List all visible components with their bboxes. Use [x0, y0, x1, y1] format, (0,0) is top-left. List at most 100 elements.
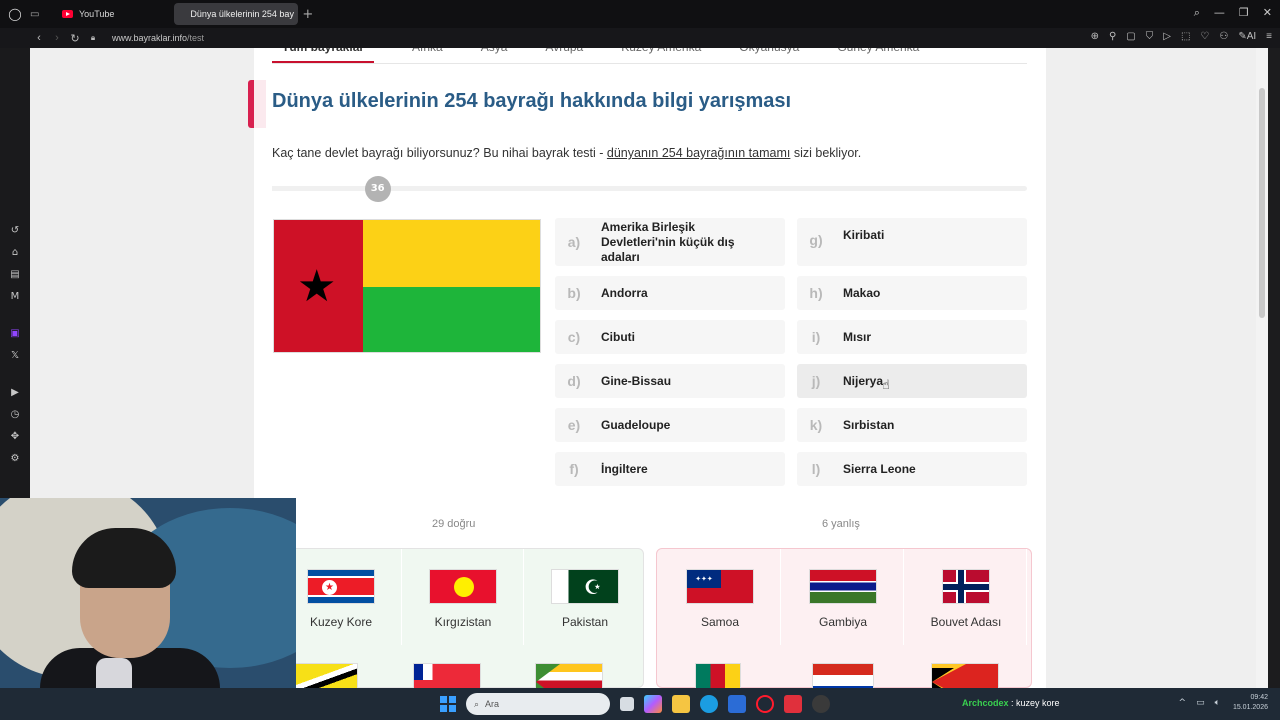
answer-card[interactable]: ★ Kuzey Kore [280, 549, 402, 645]
tab-europe[interactable]: Avrupa [545, 48, 583, 63]
answer-label: Kuzey Kore [309, 615, 373, 629]
option-e[interactable]: e) Guadeloupe [555, 408, 785, 442]
flag-green-band [363, 287, 540, 352]
menu-icon[interactable]: ≡ [1266, 31, 1272, 42]
option-label: Sierra Leone [843, 461, 916, 476]
all-flags-link[interactable]: dünyanın 254 bayrağının tamamı [607, 146, 790, 160]
option-c[interactable]: c) Cibuti [555, 320, 785, 354]
option-g[interactable]: g) Kiribati [797, 218, 1027, 266]
back-button[interactable]: ‹ [30, 32, 48, 44]
answer-card[interactable]: ✦✦✦ Samoa [659, 549, 781, 645]
option-letter: c) [567, 329, 581, 345]
file-explorer-icon[interactable] [672, 695, 690, 713]
option-d[interactable]: d) Gine-Bissau [555, 364, 785, 398]
tab-asia[interactable]: Asya [481, 48, 508, 63]
flag-wallis-partial [413, 663, 481, 688]
option-k[interactable]: k) Sırbistan [797, 408, 1027, 442]
option-l[interactable]: l) Sierra Leone [797, 452, 1027, 486]
close-window-button[interactable]: ✕ [1263, 6, 1272, 20]
chat-app-icon[interactable] [784, 695, 802, 713]
profile-icon[interactable]: ⚇ [1219, 31, 1228, 42]
pin-icon[interactable]: ⚲ [1109, 31, 1116, 42]
browser-menu-icon[interactable]: ◯ [0, 7, 30, 21]
heart-icon[interactable]: ♡ [1200, 31, 1209, 42]
messenger-icon[interactable]: M [9, 290, 21, 303]
snapshot-icon[interactable]: ⬚ [1181, 31, 1190, 42]
system-clock[interactable]: 09:42 15.01.2026 [1233, 693, 1268, 713]
edge-icon[interactable] [700, 695, 718, 713]
flag-gambia [809, 569, 877, 604]
opera-icon[interactable] [756, 695, 774, 713]
answer-card[interactable]: Kırgızistan [402, 549, 524, 645]
network-icon[interactable]: ▭ [1196, 698, 1205, 708]
option-b[interactable]: b) Andorra [555, 276, 785, 310]
tab-quiz[interactable]: Dünya ülkelerinin 254 bay [174, 3, 299, 25]
tab-africa[interactable]: Afrika [412, 48, 443, 63]
zoom-icon[interactable]: ⊕ [1091, 31, 1099, 42]
tab-all-flags[interactable]: Tüm bayraklar [272, 48, 375, 63]
option-j[interactable]: j) Nijerya [797, 364, 1027, 398]
extensions-icon[interactable]: ✥ [9, 430, 21, 443]
twitch-icon[interactable]: ▣ [9, 327, 21, 340]
option-f[interactable]: f) İngiltere [555, 452, 785, 486]
search-placeholder: Ara [485, 699, 500, 709]
tray-arrow-icon[interactable]: ^ [1179, 698, 1187, 708]
flag-star-icon: ★ [297, 261, 337, 312]
option-label: Cibuti [601, 329, 635, 344]
option-letter: h) [809, 285, 823, 301]
page-scrollbar[interactable] [1256, 48, 1268, 688]
store-icon[interactable] [728, 695, 746, 713]
option-label: Kiribati [843, 228, 885, 242]
restore-button[interactable]: ❐ [1239, 6, 1249, 20]
start-button[interactable] [440, 696, 456, 712]
minimize-button[interactable]: — [1214, 6, 1225, 20]
chat-user: Archcodex [962, 698, 1009, 708]
tab-label: Dünya ülkelerinin 254 bay [190, 9, 294, 19]
tab-oceania[interactable]: Okyanusya [739, 48, 799, 63]
tab-north-america[interactable]: Kuzey Amerika [621, 48, 701, 63]
progress-fill [272, 186, 378, 191]
answer-card[interactable]: ☪ Pakistan [524, 549, 646, 645]
obs-icon[interactable] [812, 695, 830, 713]
option-letter: i) [811, 329, 821, 345]
copilot-icon[interactable] [644, 695, 662, 713]
answer-card[interactable]: Bouvet Adası [905, 549, 1027, 645]
x-icon[interactable]: 𝕏 [9, 349, 21, 362]
ai-icon[interactable]: ✎AI [1238, 31, 1256, 42]
answer-label: Pakistan [561, 615, 609, 629]
history-icon[interactable]: ↺ [9, 224, 21, 237]
play-icon[interactable]: ▷ [1163, 31, 1171, 42]
clock-icon[interactable]: ◷ [9, 408, 21, 421]
option-letter: b) [567, 285, 581, 301]
reload-button[interactable]: ↻ [66, 32, 84, 45]
new-tab-button[interactable]: + [302, 7, 313, 22]
store-icon[interactable]: ⌂ [9, 246, 21, 259]
forward-button[interactable]: › [48, 32, 66, 44]
option-a[interactable]: a) Amerika Birleşik Devletleri'nin küçük… [555, 218, 785, 266]
tab-south-america[interactable]: Güney Amerika [837, 48, 919, 63]
task-view-icon[interactable] [620, 697, 634, 711]
volume-icon[interactable]: 🔈︎ [1215, 698, 1220, 708]
scroll-thumb[interactable] [1259, 88, 1265, 318]
tab-youtube[interactable]: YouTube [52, 3, 124, 25]
intro-after: sizi bekliyor. [790, 146, 862, 160]
wrong-answers-panel: ✦✦✦ Samoa Gambiya Bouvet Adası [656, 548, 1032, 688]
url-path: /test [187, 33, 205, 43]
flag-pakistan: ☪ [551, 569, 619, 604]
shield-icon[interactable]: ⛉ [1146, 31, 1154, 42]
wallet-icon[interactable]: ▤ [9, 268, 21, 281]
settings-icon[interactable]: ⚙ [9, 452, 21, 465]
answer-label: Samoa [700, 615, 740, 629]
search-tabs-icon[interactable]: ⌕ [1194, 6, 1200, 20]
flag-paraguay-partial [812, 663, 874, 688]
option-h[interactable]: h) Makao [797, 276, 1027, 310]
answer-card[interactable]: Gambiya [782, 549, 904, 645]
youtube-icon [62, 10, 73, 18]
url-field[interactable]: www.bayraklar.info/test [112, 33, 204, 43]
option-i[interactable]: i) Mısır [797, 320, 1027, 354]
taskbar-search[interactable]: ⌕ Ara [466, 693, 610, 715]
camera-icon[interactable]: ▢ [1126, 31, 1135, 42]
player-icon[interactable]: ▶ [9, 386, 21, 399]
workspaces-icon[interactable]: ▭ [30, 9, 52, 20]
option-label: Amerika Birleşik Devletleri'nin küçük dı… [601, 219, 735, 264]
